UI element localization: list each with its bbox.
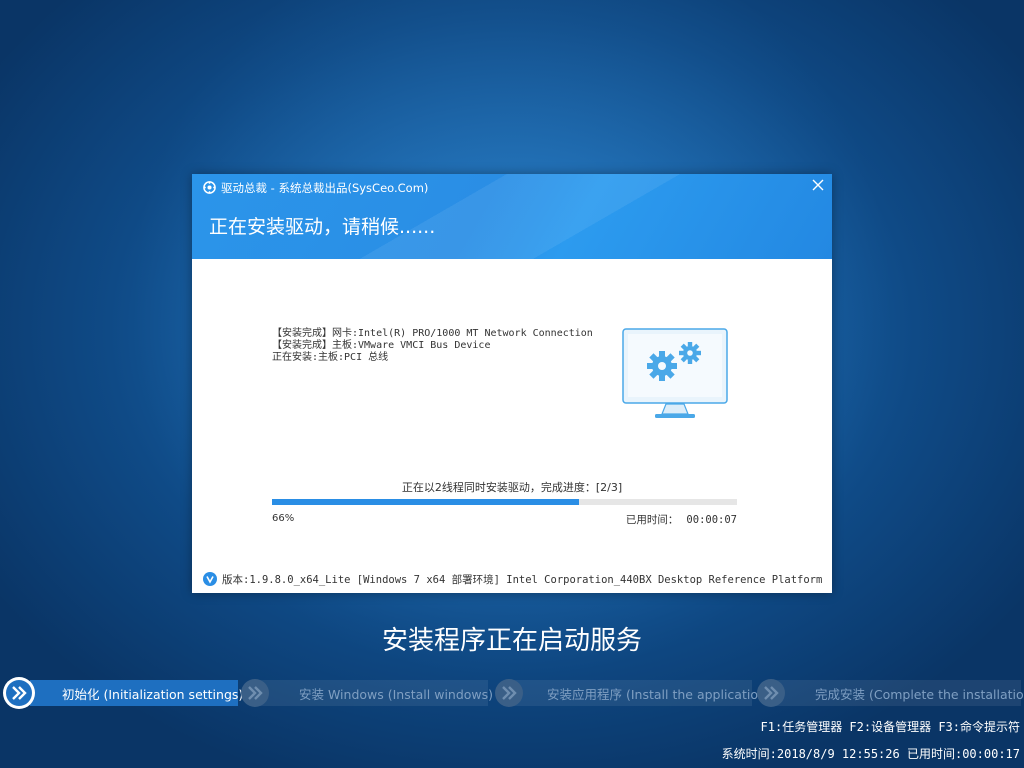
step-chevron-icon bbox=[757, 679, 785, 707]
step-chevron-icon bbox=[495, 679, 523, 707]
close-icon[interactable] bbox=[810, 177, 826, 193]
dialog-header: 驱动总裁 - 系统总裁出品(SysCeo.Com) 正在安装驱动，请稍候....… bbox=[192, 174, 832, 259]
system-time-value: 2018/8/9 12:55:26 bbox=[776, 747, 900, 761]
setup-steps-bar: 初始化 (Initialization settings) 安装 Windows… bbox=[0, 676, 1024, 711]
system-time: 系统时间:2018/8/9 12:55:26 已用时间:00:00:17 bbox=[722, 745, 1020, 762]
elapsed-value: 00:00:07 bbox=[686, 514, 737, 526]
monitor-gears-icon bbox=[622, 328, 728, 418]
step-label: 初始化 (Initialization settings) bbox=[62, 686, 244, 702]
progress-caption: 正在以2线程同时安装驱动，完成进度：[2/3] bbox=[401, 481, 623, 494]
step-complete-installation: 完成安装 (Complete the installation) bbox=[815, 679, 1024, 707]
log-line: 【安装完成】网卡:Intel(R) PRO/1000 MT Network Co… bbox=[272, 328, 593, 339]
step-chevron-icon bbox=[3, 677, 35, 709]
elapsed-time: 已用时间： 00:00:07 bbox=[626, 512, 737, 527]
app-logo-icon bbox=[203, 181, 216, 194]
total-elapsed-value: 00:00:17 bbox=[962, 747, 1020, 761]
total-elapsed-label: 已用时间: bbox=[906, 747, 963, 761]
version-badge-icon bbox=[203, 572, 217, 586]
step-install-windows: 安装 Windows (Install windows) bbox=[299, 679, 493, 707]
log-line: 正在安装:主板:PCI 总线 bbox=[272, 352, 389, 363]
progress-percent: 66% bbox=[272, 513, 295, 524]
progress-bar bbox=[272, 499, 737, 505]
step-install-application: 安装应用程序 (Install the application) bbox=[547, 679, 771, 707]
driver-install-dialog: 驱动总裁 - 系统总裁出品(SysCeo.Com) 正在安装驱动，请稍候....… bbox=[192, 174, 832, 593]
log-line: 【安装完成】主板:VMware VMCI Bus Device bbox=[272, 340, 491, 351]
step-label: 安装 Windows (Install windows) bbox=[299, 686, 494, 702]
step-initialization: 初始化 (Initialization settings) bbox=[62, 679, 243, 707]
hotkey-hints: F1:任务管理器 F2:设备管理器 F3:命令提示符 bbox=[760, 720, 1020, 734]
elapsed-label: 已用时间： bbox=[625, 514, 679, 526]
status-title: 正在安装驱动，请稍候...... bbox=[209, 216, 436, 238]
step-chevron-icon bbox=[241, 679, 269, 707]
progress-fill bbox=[272, 499, 579, 505]
version-info: 版本:1.9.8.0_x64_Lite [Windows 7 x64 部署环境]… bbox=[222, 574, 823, 586]
step-label: 完成安装 (Complete the installation) bbox=[815, 686, 1024, 702]
system-time-label: 系统时间: bbox=[721, 747, 777, 761]
main-caption: 安装程序正在启动服务 bbox=[381, 626, 642, 656]
app-title: 驱动总裁 - 系统总裁出品(SysCeo.Com) bbox=[221, 181, 429, 195]
install-log: 【安装完成】网卡:Intel(R) PRO/1000 MT Network Co… bbox=[272, 328, 593, 364]
step-label: 安装应用程序 (Install the application) bbox=[547, 686, 771, 702]
